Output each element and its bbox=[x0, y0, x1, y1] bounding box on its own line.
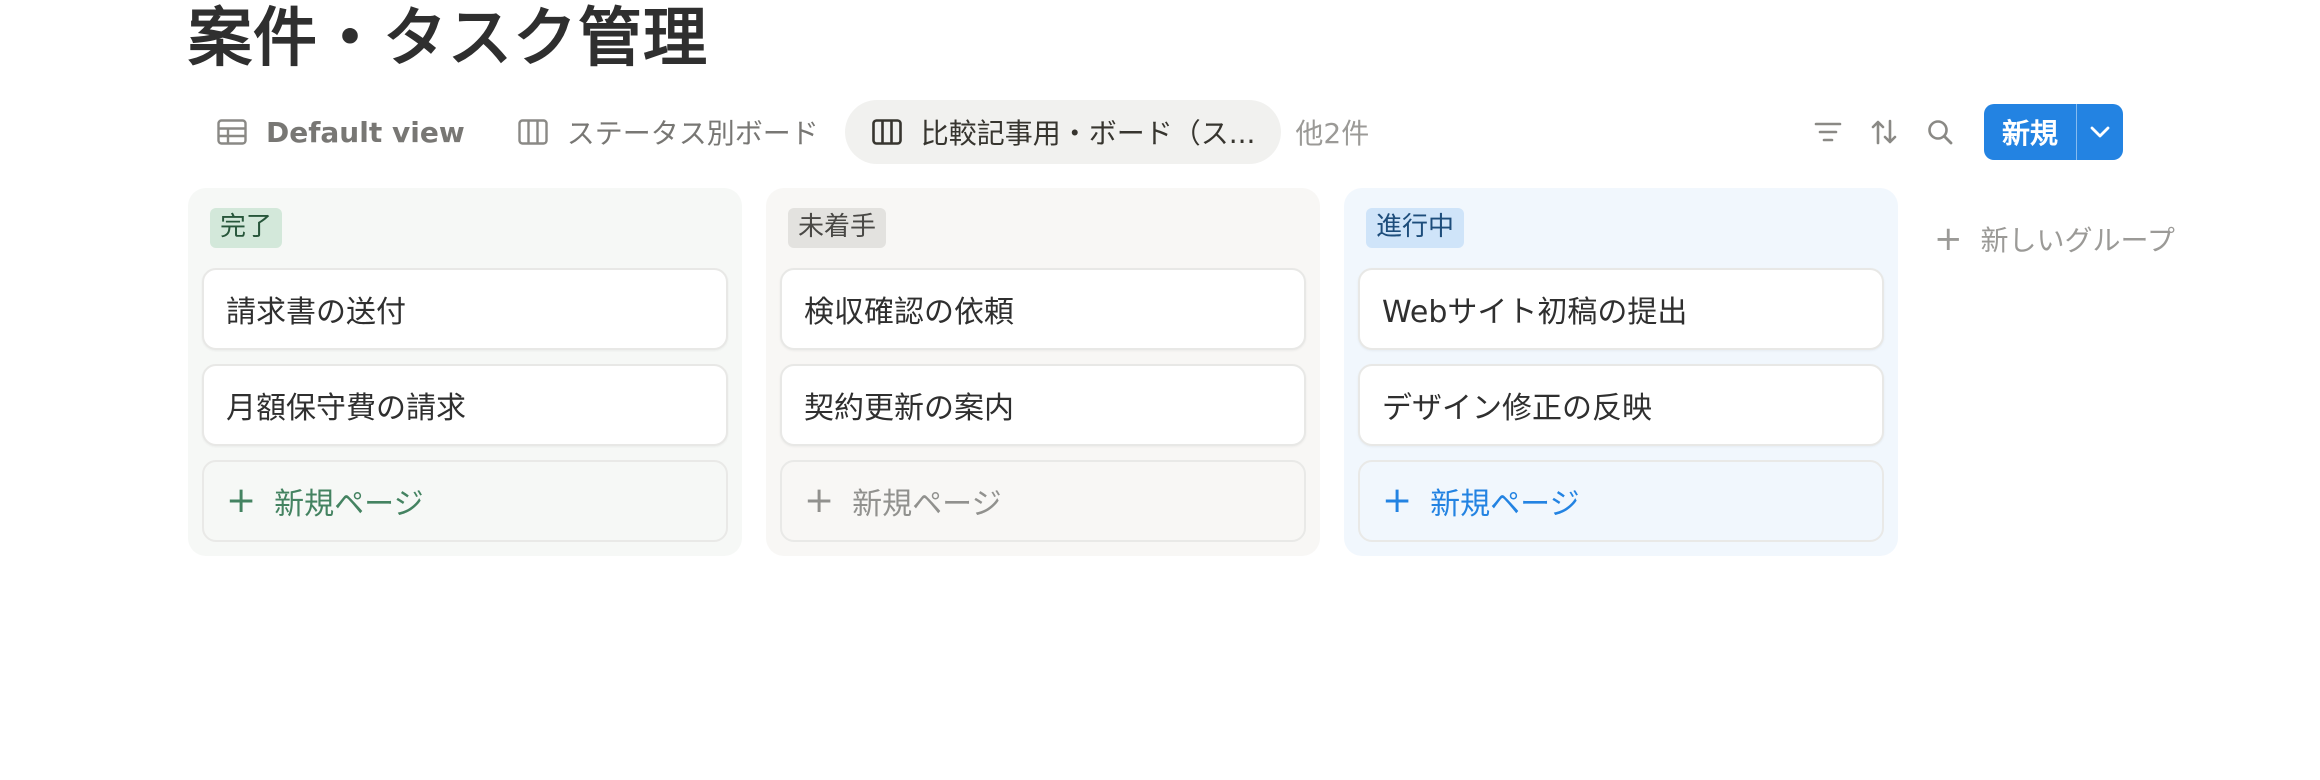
column-header[interactable]: 未着手 bbox=[780, 208, 1306, 248]
plus-icon: + bbox=[1934, 219, 1963, 259]
table-icon bbox=[216, 116, 248, 148]
column-header[interactable]: 進行中 bbox=[1358, 208, 1884, 248]
add-page-button[interactable]: + 新規ページ bbox=[780, 460, 1306, 542]
new-button[interactable]: 新規 bbox=[1984, 104, 2076, 160]
kanban-board: 完了 請求書の送付 月額保守費の請求 + 新規ページ 未着手 検収確認の依頼 契… bbox=[188, 188, 1922, 556]
tab-label: Default view bbox=[266, 115, 465, 149]
card-title: 請求書の送付 bbox=[226, 295, 406, 330]
board-card[interactable]: 月額保守費の請求 bbox=[202, 364, 728, 446]
board-card[interactable]: Webサイト初稿の提出 bbox=[1358, 268, 1884, 350]
new-group-button[interactable]: + 新しいグループ bbox=[1934, 214, 2175, 264]
new-button-group: 新規 bbox=[1984, 104, 2123, 160]
board-column-in-progress: 進行中 Webサイト初稿の提出 デザイン修正の反映 + 新規ページ bbox=[1344, 188, 1898, 556]
tab-default-view[interactable]: Default view bbox=[200, 100, 491, 164]
view-tabs: Default view ステータス別ボード 比較記事用・ボード（ス... 他2… bbox=[200, 100, 1383, 164]
filter-icon[interactable] bbox=[1800, 104, 1856, 160]
search-icon[interactable] bbox=[1912, 104, 1968, 160]
more-views-button[interactable]: 他2件 bbox=[1281, 100, 1383, 164]
sort-icon[interactable] bbox=[1856, 104, 1912, 160]
add-page-button[interactable]: + 新規ページ bbox=[202, 460, 728, 542]
status-badge: 未着手 bbox=[788, 208, 887, 248]
card-title: 検収確認の依頼 bbox=[804, 295, 1014, 330]
add-page-label: 新規ページ bbox=[1430, 487, 1580, 522]
board-card[interactable]: 契約更新の案内 bbox=[780, 364, 1306, 446]
add-page-label: 新規ページ bbox=[852, 487, 1002, 522]
card-title: 契約更新の案内 bbox=[804, 391, 1014, 426]
card-title: Webサイト初稿の提出 bbox=[1382, 295, 1688, 330]
board-card[interactable]: デザイン修正の反映 bbox=[1358, 364, 1884, 446]
view-toolbar: 新規 bbox=[1800, 104, 2123, 160]
status-badge: 完了 bbox=[210, 208, 283, 248]
page-title: 案件・タスク管理 bbox=[188, 2, 708, 76]
new-group-label: 新しいグループ bbox=[1980, 224, 2175, 257]
plus-icon: + bbox=[804, 480, 835, 521]
add-page-button[interactable]: + 新規ページ bbox=[1358, 460, 1884, 542]
status-badge: 進行中 bbox=[1366, 208, 1465, 248]
board-card[interactable]: 請求書の送付 bbox=[202, 268, 728, 350]
tab-status-board[interactable]: ステータス別ボード bbox=[491, 100, 845, 164]
board-card[interactable]: 検収確認の依頼 bbox=[780, 268, 1306, 350]
board-page: 案件・タスク管理 Default view ステータス別ボード 比較記事用・ボー… bbox=[0, 0, 2320, 780]
board-icon bbox=[517, 116, 549, 148]
tab-label: ステータス別ボード bbox=[566, 117, 819, 150]
chevron-down-icon[interactable] bbox=[2077, 104, 2123, 160]
tab-comparison-board[interactable]: 比較記事用・ボード（ス... bbox=[844, 100, 1282, 164]
column-header[interactable]: 完了 bbox=[202, 208, 728, 248]
plus-icon: + bbox=[1382, 480, 1413, 521]
tab-label: 比較記事用・ボード（ス... bbox=[920, 117, 1256, 150]
card-title: 月額保守費の請求 bbox=[226, 391, 466, 426]
board-column-not-started: 未着手 検収確認の依頼 契約更新の案内 + 新規ページ bbox=[766, 188, 1320, 556]
card-title: デザイン修正の反映 bbox=[1382, 391, 1652, 426]
board-icon bbox=[871, 116, 903, 148]
board-column-done: 完了 請求書の送付 月額保守費の請求 + 新規ページ bbox=[188, 188, 742, 556]
add-page-label: 新規ページ bbox=[274, 487, 424, 522]
plus-icon: + bbox=[226, 480, 257, 521]
